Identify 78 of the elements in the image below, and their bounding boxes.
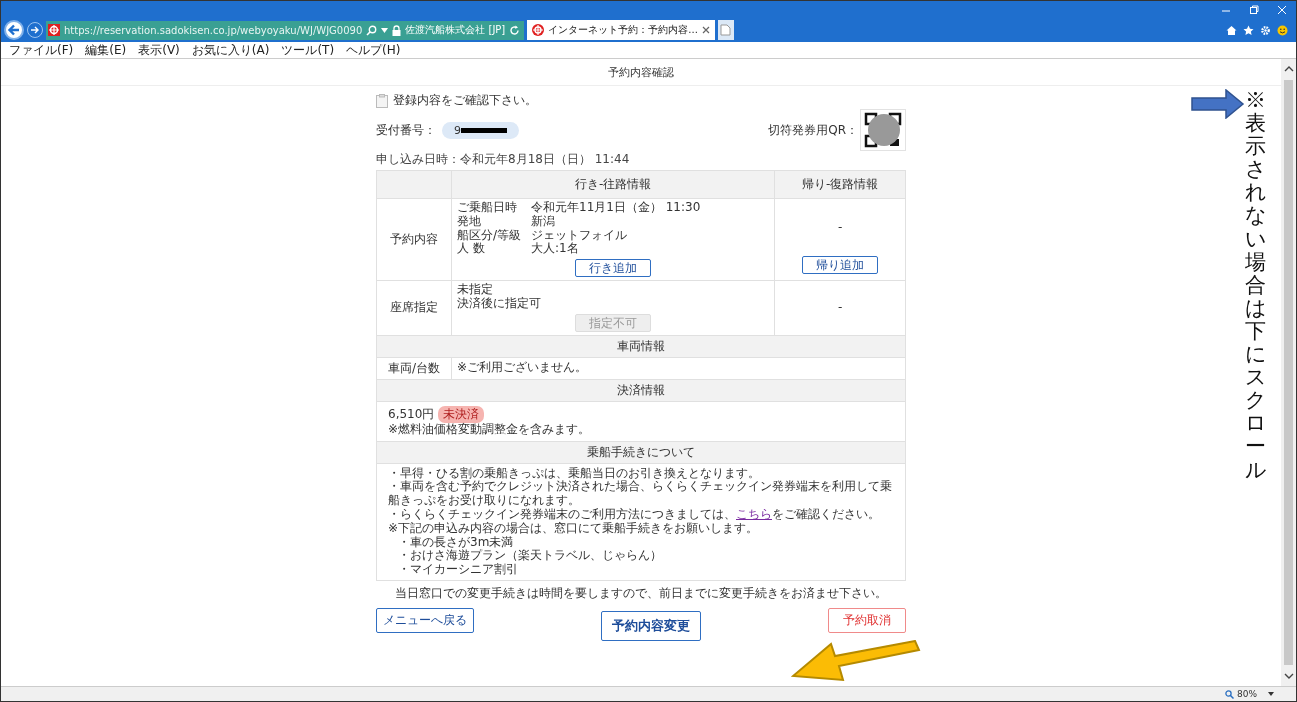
tab-title: インターネット予約：予約内容... bbox=[548, 23, 698, 37]
menu-item[interactable]: お気に入り(A) bbox=[191, 41, 270, 59]
row-label: 車両/台数 bbox=[376, 357, 452, 380]
cancel-reservation-button[interactable]: 予約取消 bbox=[828, 607, 906, 633]
zoom-icon[interactable] bbox=[1225, 689, 1234, 699]
close-tab-icon[interactable] bbox=[701, 26, 710, 34]
receipt-number-field: 9 bbox=[442, 121, 519, 139]
add-outbound-button[interactable]: 行き追加 bbox=[575, 259, 652, 278]
search-icon[interactable] bbox=[366, 24, 378, 36]
zoom-level[interactable]: 80% bbox=[1237, 689, 1257, 699]
menu-item[interactable]: ツール(T) bbox=[281, 41, 335, 59]
scroll-thumb[interactable] bbox=[1284, 80, 1293, 665]
note-text: ・車の長さが3m未満 bbox=[397, 535, 515, 549]
right-arrow-icon bbox=[1191, 89, 1245, 119]
intro-text: 登録内容をご確認下さい。 bbox=[393, 92, 537, 109]
section-header: 決済情報 bbox=[376, 379, 906, 402]
detail-label: 人 数 bbox=[457, 242, 486, 257]
detail-label: ご乗船日時 bbox=[457, 201, 518, 215]
notice-text: 当日窓口での変更手続きは時間を要しますので、前日までに変更手続きをお済ませ下さい。 bbox=[394, 584, 888, 602]
note-text: ※下記の申込み内容の場合は、窓口にて乗船手続きをお願いします。 bbox=[388, 521, 760, 536]
detail-value: 新潟 bbox=[531, 214, 556, 229]
refresh-icon[interactable] bbox=[509, 24, 521, 36]
column-header: 帰り-復路情報 bbox=[774, 170, 906, 199]
smiley-icon[interactable] bbox=[1277, 24, 1288, 36]
seat-status-text: 決済後に指定可 bbox=[457, 297, 542, 311]
redacted-qr-drawing bbox=[860, 109, 906, 151]
restore-icon[interactable] bbox=[1249, 4, 1259, 15]
receipt-label: 受付番号： bbox=[376, 121, 436, 139]
menu-item[interactable]: 表示(V) bbox=[138, 41, 180, 59]
amount-text: 6,510円 bbox=[388, 405, 435, 423]
scroll-up-icon[interactable] bbox=[1283, 65, 1294, 72]
applied-datetime: 申し込み日時：令和元年8月18日（日） 11:44 bbox=[376, 151, 631, 168]
qr-label: 切符発券用QR： bbox=[768, 121, 858, 139]
close-icon[interactable] bbox=[1277, 4, 1287, 15]
menu-item[interactable]: 編集(E) bbox=[85, 41, 127, 59]
clipboard-icon bbox=[376, 93, 388, 108]
new-tab-button[interactable] bbox=[717, 20, 734, 40]
section-header: 車両情報 bbox=[376, 335, 906, 358]
detail-value: 大人:1名 bbox=[531, 242, 580, 257]
detail-label: 船区分/等級 bbox=[457, 228, 523, 242]
page-title: 予約内容確認 bbox=[608, 64, 674, 80]
table-cell: - bbox=[774, 280, 906, 336]
url-text: https://reservation.sadokisen.co.jp/webyoyaku/WJ/WJG0090 bbox=[64, 24, 363, 36]
dropdown-caret-icon[interactable] bbox=[1268, 692, 1274, 696]
column-header: 行き-往路情報 bbox=[451, 170, 775, 199]
settings-icon[interactable] bbox=[1260, 24, 1271, 36]
note-text: ・おけさ海遊プラン（楽天トラベル、じゃらん） bbox=[397, 549, 663, 563]
detail-label: 発地 bbox=[457, 214, 482, 229]
surcharge-note: ※燃料油価格変動調整金を含みます。 bbox=[388, 422, 592, 437]
empty-value: - bbox=[837, 220, 843, 234]
site-logo-icon bbox=[532, 24, 545, 36]
scrollbar[interactable] bbox=[1281, 59, 1296, 686]
site-logo-icon bbox=[48, 24, 60, 36]
detail-value: ジェットフォイル bbox=[531, 228, 628, 242]
row-label: 予約内容 bbox=[376, 198, 452, 281]
home-icon[interactable] bbox=[1226, 24, 1237, 36]
lock-icon[interactable] bbox=[392, 24, 402, 36]
menu-item[interactable]: ファイル(F) bbox=[9, 41, 74, 59]
section-header: 乗船手続きについて bbox=[376, 441, 906, 464]
note-text: ・らくらくチェックイン発券端末のご利用方法につきましては、こちら をご確認ください。 bbox=[388, 507, 881, 522]
menu-item[interactable]: ヘルプ(H) bbox=[346, 41, 401, 59]
scroll-hint-text: ※表示されない場合は下にスクロール bbox=[1245, 89, 1266, 482]
back-to-menu-button[interactable]: メニューへ戻る bbox=[376, 607, 474, 633]
note-text: ・早得・ひる割の乗船きっぷは、乗船当日のお引き換えとなります。 bbox=[388, 466, 761, 480]
browser-tab[interactable]: インターネット予約：予約内容... bbox=[527, 20, 715, 40]
here-link[interactable]: こちら bbox=[736, 506, 772, 521]
redaction-bar bbox=[461, 127, 507, 133]
seat-status-text: 未指定 bbox=[457, 283, 494, 297]
add-return-button[interactable]: 帰り追加 bbox=[802, 256, 879, 274]
detail-value: 令和元年11月1日（金） 11:30 bbox=[531, 201, 702, 215]
scroll-down-icon[interactable] bbox=[1283, 673, 1294, 680]
note-text: ・車両を含む予約でクレジット決済された場合、らくらくチェックイン発券端末を利用して乗船きっぷをお受け取りになれます。 bbox=[388, 480, 893, 508]
table-cell: ※ご利用ございません。 bbox=[451, 357, 906, 380]
note-text: ・マイカーシニア割引 bbox=[397, 563, 519, 577]
change-reservation-button[interactable]: 予約内容変更 bbox=[601, 610, 701, 641]
row-label: 座席指定 bbox=[376, 280, 452, 336]
star-icon[interactable] bbox=[1243, 24, 1254, 36]
payment-status-badge: 未決済 bbox=[438, 405, 485, 423]
